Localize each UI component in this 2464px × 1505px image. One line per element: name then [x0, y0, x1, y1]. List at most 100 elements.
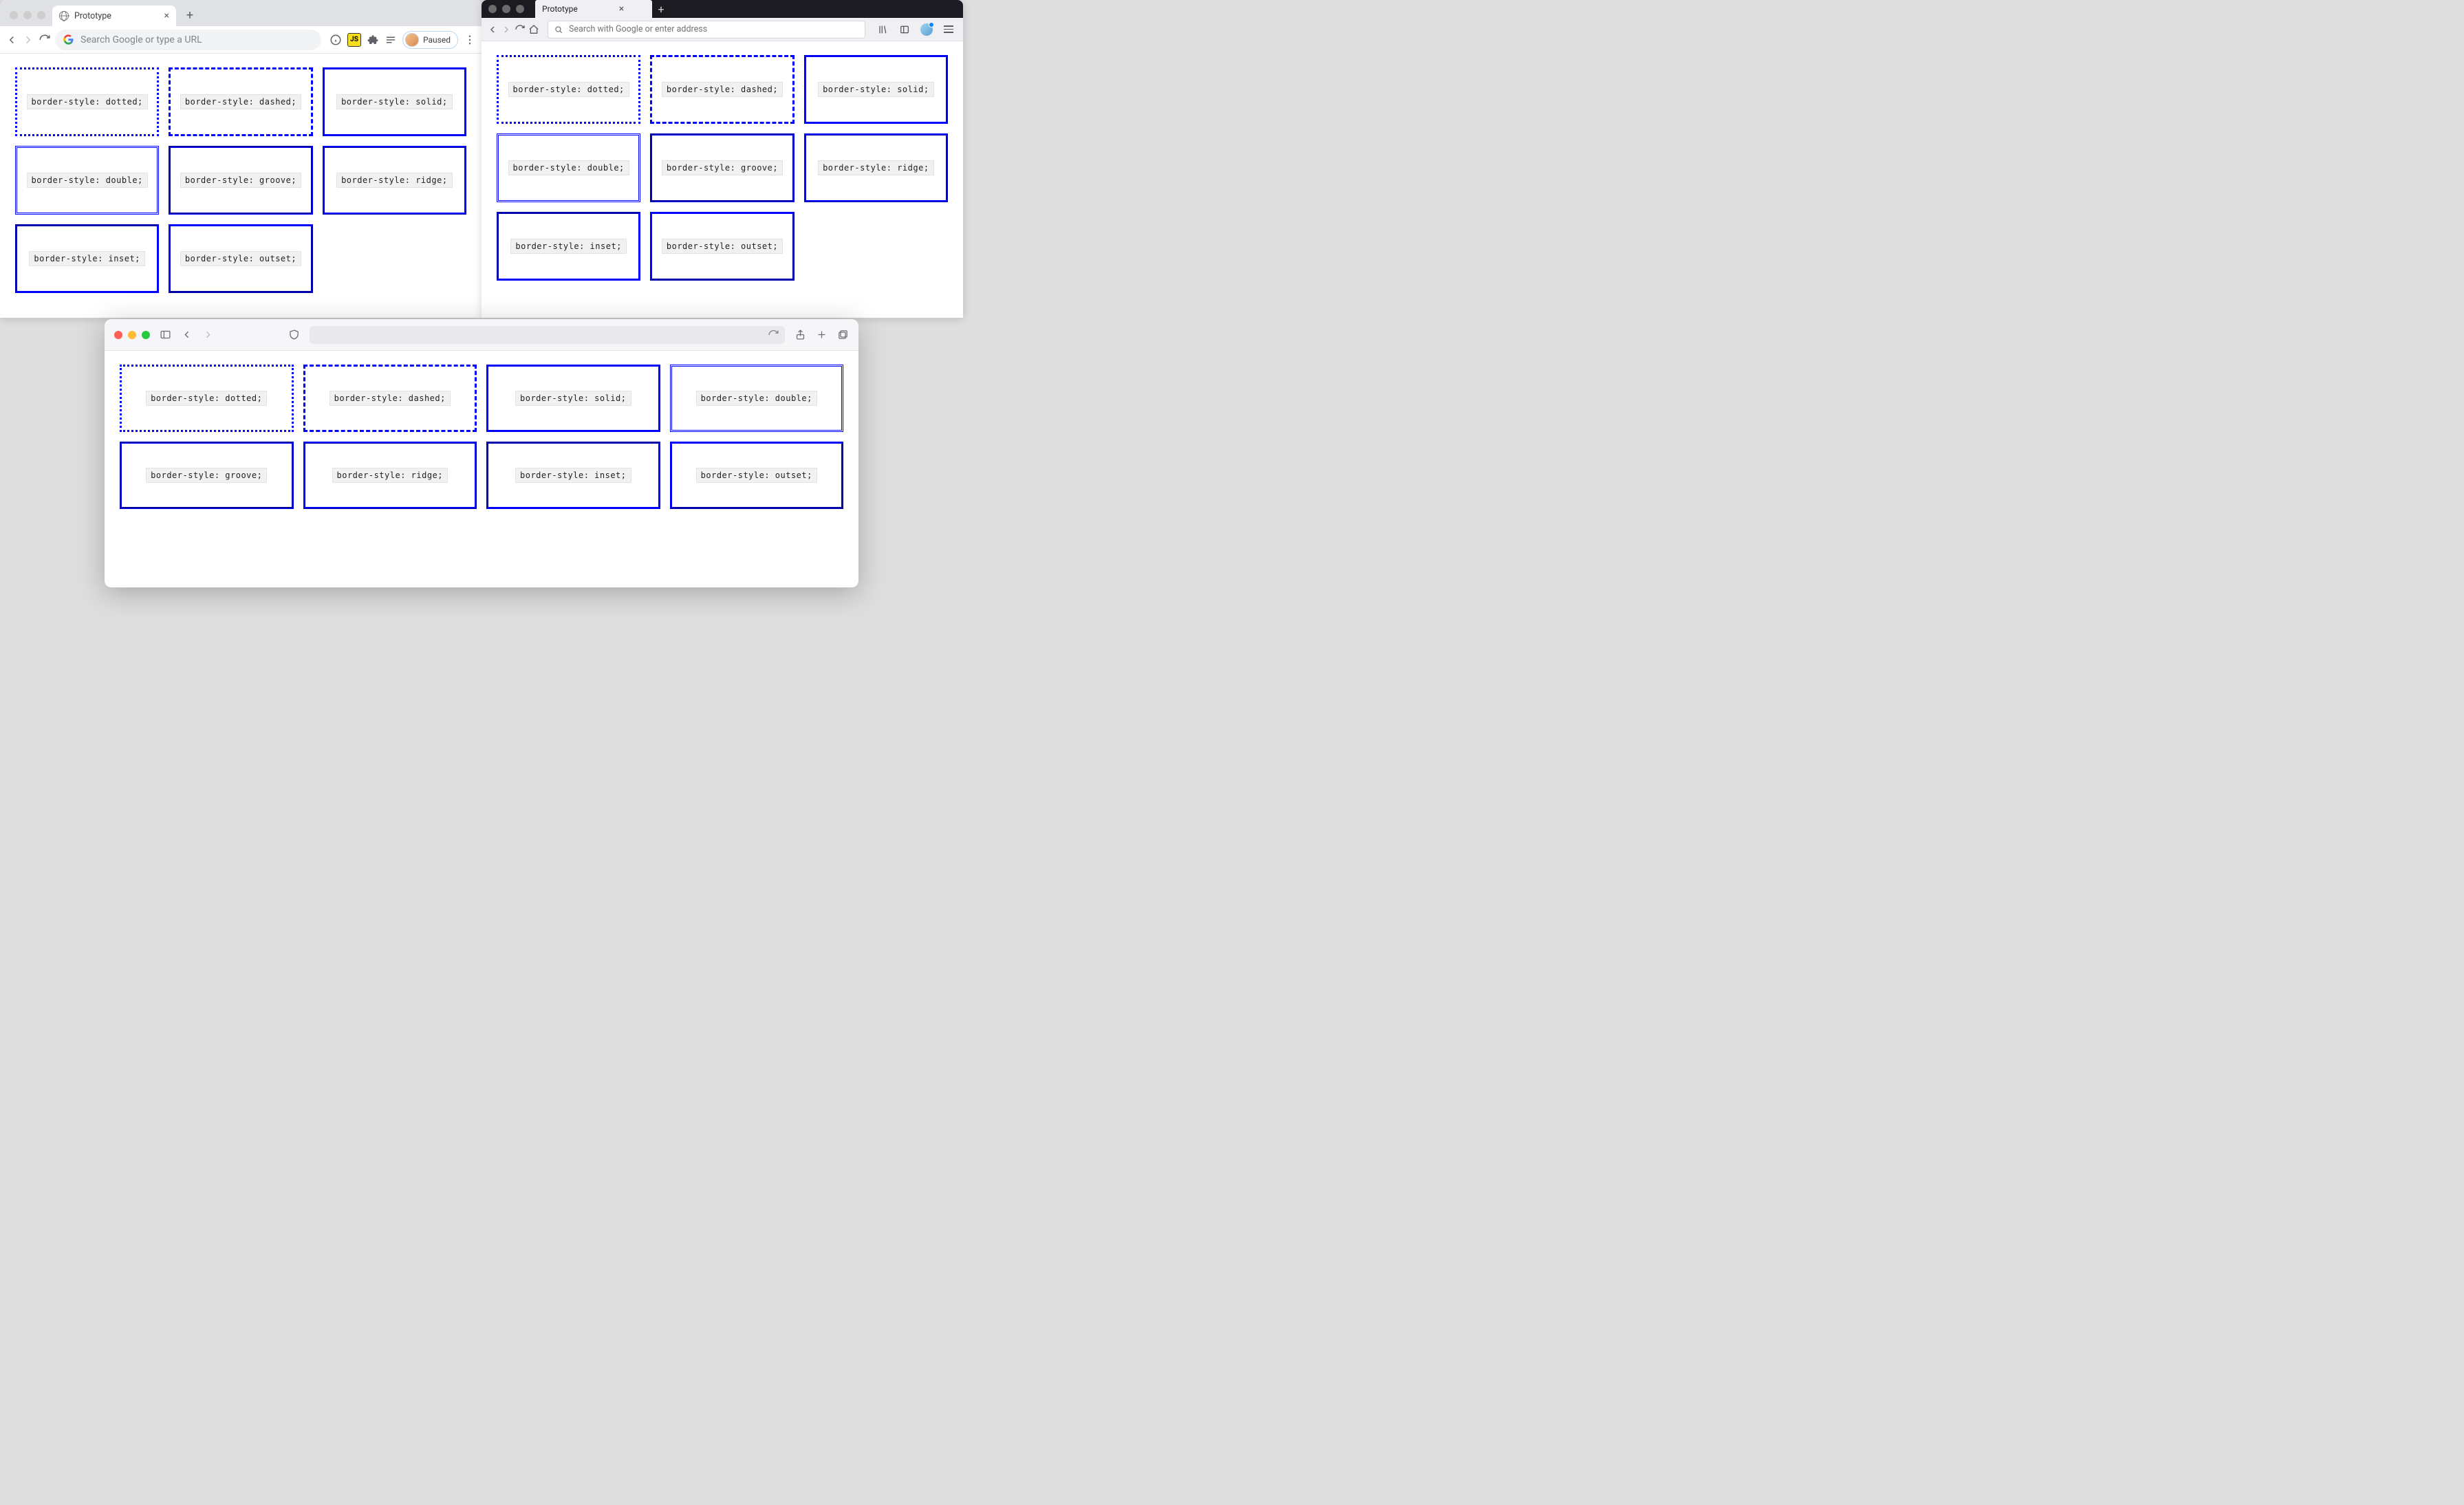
border-card-outset: border-style: outset;: [670, 442, 844, 509]
tab-title: Prototype: [74, 11, 111, 21]
border-card-label: border-style: inset;: [515, 468, 631, 483]
border-card-label: border-style: outset;: [662, 239, 783, 254]
border-card-inset: border-style: inset;: [15, 224, 159, 293]
close-dot-icon[interactable]: [114, 331, 122, 339]
border-card-double: border-style: double;: [670, 365, 844, 432]
chrome-page: border-style: dotted;border-style: dashe…: [0, 54, 482, 307]
avatar-icon: [405, 33, 419, 47]
border-card-solid: border-style: solid;: [804, 55, 948, 124]
reading-list-icon[interactable]: [385, 34, 397, 46]
border-card-ridge: border-style: ridge;: [323, 146, 466, 215]
window-controls: [7, 11, 52, 26]
forward-button[interactable]: [501, 24, 512, 35]
border-card-label: border-style: dotted;: [27, 94, 148, 109]
border-card-label: border-style: dashed;: [329, 391, 451, 406]
tabs-overview-icon[interactable]: [837, 329, 849, 340]
border-card-dashed: border-style: dashed;: [650, 55, 794, 124]
border-card-groove: border-style: groove;: [120, 442, 294, 509]
chrome-toolbar: Search Google or type a URL JS Paused: [0, 26, 482, 54]
firefox-toolbar: Search with Google or enter address: [482, 18, 963, 41]
border-card-label: border-style: solid;: [515, 391, 631, 406]
window-controls: [114, 331, 150, 339]
kebab-menu-icon[interactable]: [464, 34, 476, 46]
urlbar[interactable]: Search with Google or enter address: [548, 21, 865, 39]
sidebar-icon[interactable]: [160, 329, 171, 340]
sidebar-icon[interactable]: [896, 21, 914, 39]
minimize-dot-icon[interactable]: [128, 331, 136, 339]
new-tab-icon[interactable]: [816, 329, 828, 340]
close-tab-icon[interactable]: ×: [164, 11, 169, 21]
border-card-solid: border-style: solid;: [323, 67, 466, 136]
border-card-inset: border-style: inset;: [497, 212, 640, 281]
border-style-grid: border-style: dotted; border-style: dashe…: [120, 365, 843, 509]
border-card-label: border-style: groove;: [662, 160, 783, 175]
border-card-label: border-style: inset;: [510, 239, 627, 254]
back-button[interactable]: [181, 329, 193, 340]
border-style-grid: border-style: dotted;border-style: dashe…: [497, 55, 948, 281]
border-card-label: border-style: ridge;: [818, 160, 934, 175]
share-icon[interactable]: [795, 329, 806, 340]
border-card-label: border-style: double;: [27, 173, 148, 188]
tab-title: Prototype: [542, 4, 578, 14]
shield-icon[interactable]: [288, 329, 300, 340]
border-card-solid: border-style: solid;: [486, 365, 660, 432]
border-card-label: border-style: double;: [508, 160, 629, 175]
forward-button[interactable]: [202, 329, 214, 340]
urlbar[interactable]: [310, 326, 785, 344]
border-card-label: border-style: ridge;: [332, 468, 449, 483]
hamburger-menu-icon[interactable]: [940, 21, 958, 39]
omnibox[interactable]: Search Google or type a URL: [55, 30, 321, 50]
border-card-label: border-style: ridge;: [336, 173, 453, 188]
close-dot-icon[interactable]: [488, 5, 497, 13]
library-icon[interactable]: [874, 21, 891, 39]
chrome-tabstrip: Prototype × +: [0, 0, 482, 26]
profile-paused-pill[interactable]: Paused: [402, 31, 458, 49]
extension-js-icon[interactable]: JS: [347, 33, 361, 47]
border-card-label: border-style: groove;: [146, 468, 267, 483]
border-card-label: border-style: double;: [696, 391, 817, 406]
forward-button[interactable]: [22, 34, 34, 46]
account-icon[interactable]: [918, 21, 936, 39]
border-card-dotted: border-style: dotted;: [120, 365, 294, 432]
border-card-dashed: border-style: dashed;: [303, 365, 477, 432]
reload-button[interactable]: [515, 24, 526, 35]
close-tab-icon[interactable]: ×: [619, 3, 624, 14]
back-button[interactable]: [6, 34, 18, 46]
zoom-dot-icon[interactable]: [516, 5, 524, 13]
window-controls: [488, 5, 524, 13]
border-card-label: border-style: solid;: [336, 94, 453, 109]
home-button[interactable]: [528, 24, 539, 35]
globe-icon: [59, 11, 69, 21]
border-card-double: border-style: double;: [497, 133, 640, 202]
new-tab-button[interactable]: +: [180, 6, 199, 25]
zoom-dot-icon[interactable]: [37, 11, 45, 19]
reload-icon[interactable]: [768, 329, 779, 340]
safari-window: border-style: dotted; border-style: dashe…: [105, 319, 858, 587]
safari-toolbar: [105, 319, 858, 351]
border-card-outset: border-style: outset;: [650, 212, 794, 281]
border-card-outset: border-style: outset;: [169, 224, 312, 293]
minimize-dot-icon[interactable]: [502, 5, 510, 13]
extensions-icon[interactable]: [367, 34, 379, 46]
firefox-page: border-style: dotted;border-style: dashe…: [482, 41, 963, 294]
border-card-label: border-style: outset;: [180, 251, 301, 266]
site-info-icon[interactable]: [329, 34, 342, 46]
back-button[interactable]: [487, 24, 498, 35]
border-card-inset: border-style: inset;: [486, 442, 660, 509]
firefox-window: Prototype × + Search with Google or ente…: [482, 0, 963, 318]
chrome-window: Prototype × + Search Google or type a UR…: [0, 0, 482, 318]
close-dot-icon[interactable]: [10, 11, 18, 19]
omnibox-placeholder: Search Google or type a URL: [80, 34, 202, 45]
zoom-dot-icon[interactable]: [142, 331, 150, 339]
browser-tab[interactable]: Prototype ×: [535, 0, 652, 18]
reload-button[interactable]: [39, 34, 51, 46]
border-card-ridge: border-style: ridge;: [804, 133, 948, 202]
urlbar-placeholder: Search with Google or enter address: [569, 24, 707, 34]
new-tab-button[interactable]: +: [652, 3, 670, 16]
border-card-label: border-style: dashed;: [662, 82, 783, 97]
minimize-dot-icon[interactable]: [23, 11, 32, 19]
border-card-dotted: border-style: dotted;: [15, 67, 159, 136]
browser-tab[interactable]: Prototype ×: [52, 6, 176, 26]
border-card-double: border-style: double;: [15, 146, 159, 215]
google-icon: [63, 34, 74, 45]
